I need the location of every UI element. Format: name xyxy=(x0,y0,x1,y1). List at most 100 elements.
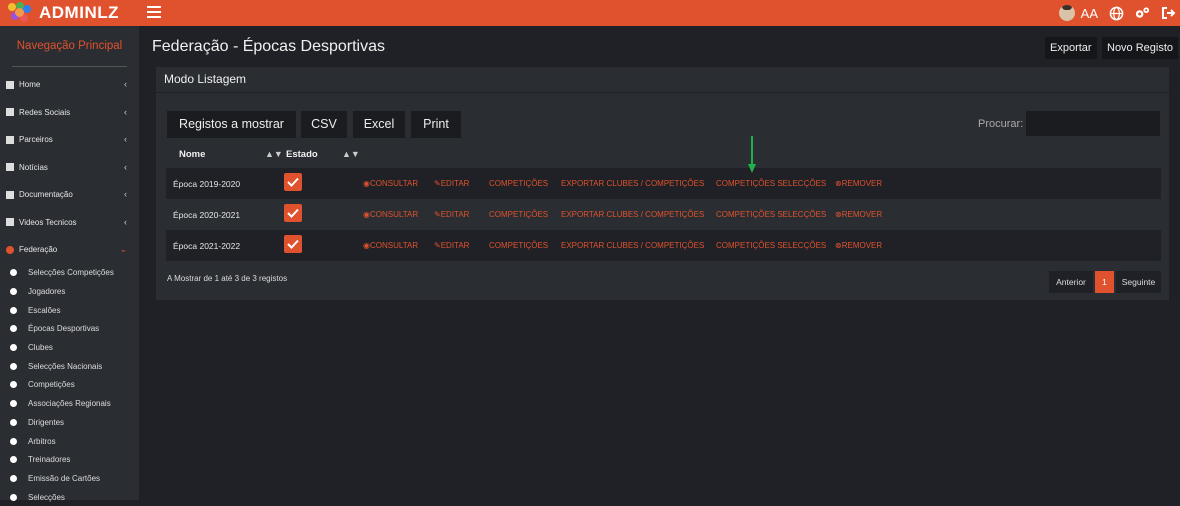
sidebar-subitem[interactable]: Dirigentes xyxy=(0,413,139,432)
logout-icon[interactable] xyxy=(1160,5,1176,21)
search-input[interactable] xyxy=(1026,111,1160,136)
remove-link[interactable]: ⊗REMOVER xyxy=(835,179,882,188)
listing-panel: Modo Listagem Registos a mostrar CSV Exc… xyxy=(156,67,1169,300)
sidebar-subitem[interactable]: Selecções Nacionais xyxy=(0,357,139,376)
consult-link[interactable]: ◉CONSULTAR xyxy=(363,179,418,188)
chevron-left-icon: ‹ xyxy=(124,106,127,117)
sidebar-subitem[interactable]: Emissão de Cartões xyxy=(0,469,139,488)
action-label: COMPETIÇÕES xyxy=(489,210,549,219)
table-row: Época 2020-2021 ◉CONSULTAR ✎EDITAR COMPETIÇ… xyxy=(166,199,1161,230)
sidebar-title: Navegação Principal xyxy=(16,40,123,52)
news-icon xyxy=(6,163,14,172)
sidebar-item-video[interactable]: Videos Tecnicos ‹ xyxy=(0,209,139,237)
season-name: Época 2019-2020 xyxy=(173,179,241,189)
remove-link[interactable]: ⊗REMOVER xyxy=(835,210,882,219)
edit-link[interactable]: ✎EDITAR xyxy=(434,241,469,250)
chevron-down-icon: ⌄ xyxy=(119,244,127,254)
records-to-show-button[interactable]: Registos a mostrar xyxy=(167,111,296,138)
action-label: COMPETIÇÕES xyxy=(489,179,549,188)
eye-icon: ◉ xyxy=(363,241,370,250)
bullet-icon xyxy=(10,344,17,352)
export-clubs-link[interactable]: EXPORTAR CLUBES / COMPETIÇÕES xyxy=(561,241,704,250)
sidebar-item-news[interactable]: Notícias ‹ xyxy=(0,154,139,182)
sidebar-subitem[interactable]: Selecções xyxy=(0,488,139,506)
new-record-button[interactable]: Novo Registo xyxy=(1102,37,1179,59)
app-logo[interactable]: ADMINLZ xyxy=(8,2,119,24)
bullet-icon xyxy=(10,474,17,482)
edit-icon: ✎ xyxy=(434,210,441,219)
action-label: EDITAR xyxy=(440,179,470,188)
print-button[interactable]: Print xyxy=(411,111,461,138)
sidebar-subitem-label: Selecções Competições xyxy=(28,268,114,278)
sidebar-item-label: Videos Tecnicos xyxy=(19,217,77,227)
user-initials[interactable]: AA xyxy=(1081,6,1098,21)
bullet-icon xyxy=(10,288,17,296)
bullet-icon xyxy=(10,418,17,426)
sidebar-item-share[interactable]: Redes Sociais ‹ xyxy=(0,99,139,127)
consult-link[interactable]: ◉CONSULTAR xyxy=(363,241,418,250)
sidebar-item-handshake[interactable]: Parceiros ‹ xyxy=(0,126,139,154)
action-label: COMPETIÇÕES xyxy=(489,241,549,250)
selection-competitions-link[interactable]: COMPETIÇÕES SELECÇÕES xyxy=(716,179,826,188)
edit-link[interactable]: ✎EDITAR xyxy=(434,210,469,219)
sidebar-subitem[interactable]: Associações Regionais xyxy=(0,394,139,413)
column-header-state[interactable]: Estado xyxy=(286,149,318,160)
excel-button[interactable]: Excel xyxy=(353,111,405,138)
eye-icon: ◉ xyxy=(363,210,370,219)
export-clubs-link[interactable]: EXPORTAR CLUBES / COMPETIÇÕES xyxy=(561,210,704,219)
state-checkbox[interactable] xyxy=(284,173,302,191)
avatar[interactable] xyxy=(1058,5,1075,21)
action-label: COMPETIÇÕES SELECÇÕES xyxy=(716,210,827,219)
selection-competitions-link[interactable]: COMPETIÇÕES SELECÇÕES xyxy=(716,210,826,219)
sidebar-item-home[interactable]: Home ‹ xyxy=(0,71,139,99)
export-clubs-link[interactable]: EXPORTAR CLUBES / COMPETIÇÕES xyxy=(561,179,704,188)
sidebar-item-document[interactable]: Documentação ‹ xyxy=(0,181,139,209)
edit-icon: ✎ xyxy=(434,179,441,188)
check-icon xyxy=(287,177,299,187)
pagination-next[interactable]: Seguinte xyxy=(1116,271,1161,293)
panel-title: Modo Listagem xyxy=(164,72,247,86)
handshake-icon xyxy=(6,135,14,144)
sidebar-subitem[interactable]: Épocas Desportivas xyxy=(0,320,139,339)
gears-icon[interactable] xyxy=(1134,5,1150,21)
sidebar-subitem[interactable]: Treinadores xyxy=(0,450,139,469)
eye-icon: ◉ xyxy=(363,179,370,188)
sort-icon[interactable]: ▲▼ xyxy=(265,149,283,159)
remove-link[interactable]: ⊗REMOVER xyxy=(835,241,882,250)
sidebar-item-ball[interactable]: Federação ⌄ xyxy=(0,236,139,264)
csv-button[interactable]: CSV xyxy=(301,111,347,138)
column-header-name[interactable]: Nome xyxy=(179,149,205,160)
competitions-link[interactable]: COMPETIÇÕES xyxy=(489,210,548,219)
competitions-link[interactable]: COMPETIÇÕES xyxy=(489,179,548,188)
pagination-page-1[interactable]: 1 xyxy=(1095,271,1114,293)
remove-icon: ⊗ xyxy=(835,179,842,188)
action-label: COMPETIÇÕES SELECÇÕES xyxy=(716,179,827,188)
competitions-link[interactable]: COMPETIÇÕES xyxy=(489,241,548,250)
export-button[interactable]: Exportar xyxy=(1045,37,1097,59)
edit-link[interactable]: ✎EDITAR xyxy=(434,179,469,188)
sort-icon[interactable]: ▲▼ xyxy=(342,149,360,159)
menu-toggle-icon[interactable] xyxy=(147,6,161,18)
action-label: COMPETIÇÕES SELECÇÕES xyxy=(716,241,827,250)
bullet-icon xyxy=(10,381,17,389)
selection-competitions-link[interactable]: COMPETIÇÕES SELECÇÕES xyxy=(716,241,826,250)
season-name: Época 2021-2022 xyxy=(173,241,241,251)
remove-icon: ⊗ xyxy=(835,241,842,250)
action-label: EDITAR xyxy=(440,210,470,219)
top-right-tools: AA xyxy=(1049,3,1176,23)
sidebar-subitem[interactable]: Jogadores xyxy=(0,282,139,301)
pagination-previous[interactable]: Anterior xyxy=(1049,271,1093,293)
state-checkbox[interactable] xyxy=(284,235,302,253)
globe-icon[interactable] xyxy=(1108,5,1124,21)
sidebar-subitem[interactable]: Competições xyxy=(0,376,139,395)
action-label: EXPORTAR CLUBES / COMPETIÇÕES xyxy=(561,241,705,250)
sidebar-item-label: Federação xyxy=(19,245,58,255)
sidebar-subitem[interactable]: Arbitros xyxy=(0,432,139,451)
sidebar-subitem[interactable]: Escalões xyxy=(0,301,139,320)
sidebar-subitem-label: Competições xyxy=(28,380,75,390)
sidebar-subitem[interactable]: Clubes xyxy=(0,338,139,357)
state-checkbox[interactable] xyxy=(284,204,302,222)
consult-link[interactable]: ◉CONSULTAR xyxy=(363,210,418,219)
action-label: CONSULTAR xyxy=(369,179,419,188)
sidebar-subitem[interactable]: Selecções Competições xyxy=(0,264,139,283)
